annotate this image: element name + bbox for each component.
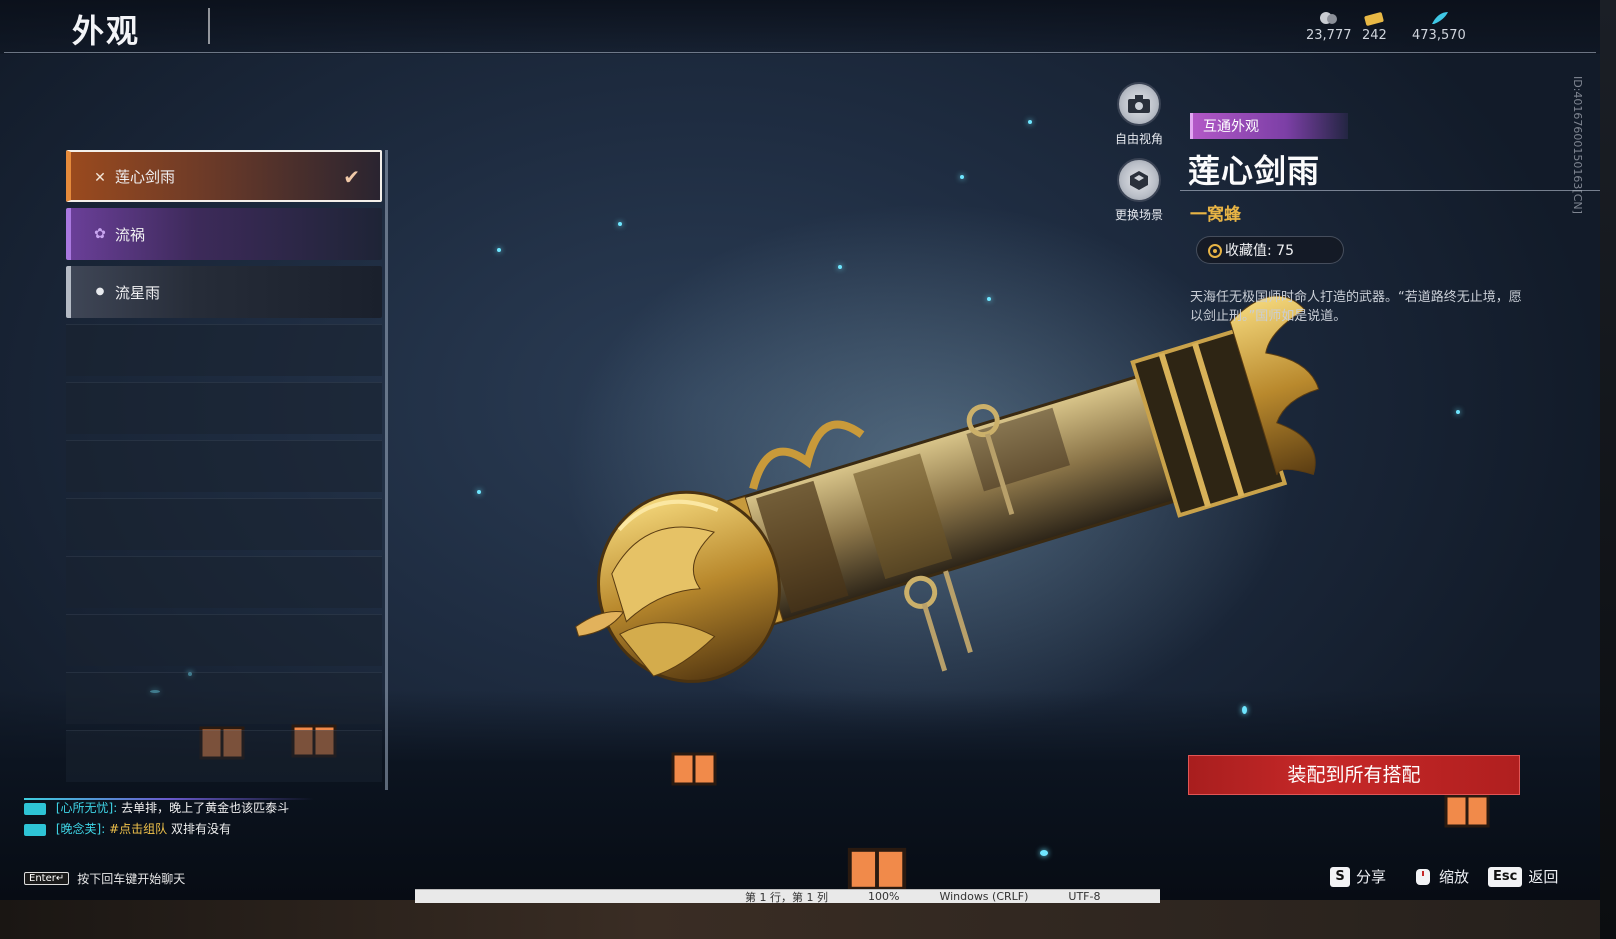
chat-text: 去单排，晚上了黄金也该匹泰斗: [121, 801, 290, 815]
team-invite-link[interactable]: #点击组队: [109, 822, 167, 836]
line-ending: Windows (CRLF): [939, 890, 1029, 903]
collection-value: 收藏值: 75: [1225, 243, 1294, 259]
empty-slot: [66, 382, 382, 434]
equip-all-button[interactable]: 装配到所有搭配: [1188, 755, 1520, 795]
spark: [1028, 120, 1032, 124]
spark: [960, 175, 964, 179]
back-hint[interactable]: Esc 返回: [1488, 866, 1558, 887]
chat-hint-text: 按下回车键开始聊天: [77, 872, 186, 886]
item-description: 天海任无极国师时命人打造的武器。“若道路终无止境，愿以剑止刑。”国师如是说道。: [1190, 290, 1522, 324]
enter-key: Enter↵: [24, 872, 70, 885]
free-view-label: 自由视角: [1114, 132, 1163, 146]
currency-value: 242: [1362, 28, 1387, 43]
list-item-lotus-sword-rain[interactable]: ✕ 莲心剑雨 ✔: [66, 150, 382, 202]
editor-status-bar: 第 1 行，第 1 列 100% Windows (CRLF) UTF-8: [415, 889, 1160, 904]
chat-channel-icon: [24, 823, 46, 836]
currency-coin: 23,777: [1306, 10, 1352, 43]
page-title: 外观: [72, 12, 141, 50]
empty-slot: [66, 614, 382, 666]
coin-icon: [1319, 12, 1337, 24]
game-viewport[interactable]: 外观 23,777 242 473,570 ✕ 莲心剑雨 ✔ ✿ 流祸 ● 流星…: [0, 0, 1600, 900]
chat-sender[interactable]: [晚念芙]:: [56, 822, 105, 836]
back-label: 返回: [1528, 868, 1559, 886]
cube-icon: [1117, 158, 1161, 202]
title-separator: [208, 8, 210, 44]
chat-text: 双排有没有: [170, 822, 231, 836]
currency-value: 473,570: [1412, 28, 1466, 43]
currency-value: 23,777: [1306, 28, 1352, 43]
empty-slot: [66, 440, 382, 492]
spark: [618, 222, 622, 226]
zoom-hint[interactable]: 缩放: [1413, 866, 1469, 887]
lotus-icon: ✕: [94, 170, 106, 186]
empty-slot: [66, 324, 382, 376]
list-item-label: 流祸: [115, 225, 146, 244]
cross-platform-tag: 互通外观: [1190, 113, 1348, 139]
top-bar: [0, 0, 1600, 54]
spark: [1040, 850, 1048, 856]
window-edge: [1600, 0, 1616, 939]
currency-ticket: 242: [1362, 10, 1387, 43]
chat-message: [心所无忧]: 去单排，晚上了黄金也该匹泰斗: [24, 800, 314, 817]
zoom-label: 缩放: [1439, 868, 1470, 886]
spark: [1456, 410, 1460, 414]
empty-slot: [66, 498, 382, 550]
camera-icon: [1117, 82, 1161, 126]
chat-message: [晚念芙]: #点击组队 双排有没有: [24, 821, 314, 838]
change-scene-button[interactable]: 更换场景: [1113, 158, 1165, 223]
feather-icon: [1431, 12, 1448, 24]
player-uid: ID:40167600150163[CN]: [1571, 76, 1584, 214]
share-label: 分享: [1356, 868, 1387, 886]
chat-channel-icon: [24, 802, 46, 815]
droplet-icon: ●: [95, 286, 105, 297]
collection-icon: [1208, 244, 1222, 258]
ticket-icon: [1364, 12, 1384, 26]
desktop-background: [0, 900, 1616, 939]
lantern-icon: [671, 752, 717, 786]
list-scrollbar[interactable]: [385, 150, 388, 790]
list-item-liuhuo[interactable]: ✿ 流祸: [66, 208, 382, 260]
free-view-button[interactable]: 自由视角: [1113, 82, 1165, 147]
spark: [477, 490, 481, 494]
chat-panel: [心所无忧]: 去单排，晚上了黄金也该匹泰斗 [晚念芙]: #点击组队 双排有没…: [24, 800, 314, 842]
back-key: Esc: [1488, 866, 1523, 887]
spark: [1242, 706, 1247, 714]
checkmark-icon: ✔: [343, 165, 360, 189]
empty-slot: [66, 672, 382, 724]
chat-input-hint[interactable]: Enter↵ 按下回车键开始聊天: [24, 870, 185, 887]
list-item-label: 流星雨: [115, 283, 161, 302]
collection-value-badge: 收藏值: 75: [1196, 236, 1344, 264]
list-item-label: 莲心剑雨: [115, 167, 176, 186]
lantern-icon: [847, 847, 907, 891]
currency-feather: 473,570: [1412, 10, 1466, 43]
share-hint[interactable]: S 分享: [1330, 866, 1386, 887]
list-item-meteor-shower[interactable]: ● 流星雨: [66, 266, 382, 318]
cursor-position: 第 1 行，第 1 列: [745, 890, 828, 904]
empty-slot: [66, 556, 382, 608]
item-name: 莲心剑雨: [1188, 152, 1321, 190]
mouse-wheel-icon: [1416, 868, 1430, 885]
name-divider: [1180, 190, 1600, 191]
change-scene-label: 更换场景: [1114, 208, 1163, 222]
header-divider: [4, 52, 1596, 53]
chat-sender[interactable]: [心所无忧]:: [56, 801, 117, 815]
share-key: S: [1330, 866, 1350, 887]
encoding: UTF-8: [1068, 890, 1101, 903]
editor-zoom: 100%: [867, 890, 900, 903]
appearance-list: ✕ 莲心剑雨 ✔ ✿ 流祸 ● 流星雨: [66, 150, 382, 788]
blossom-icon: ✿: [94, 226, 106, 242]
lantern-icon: [1444, 794, 1490, 828]
spark: [497, 248, 501, 252]
item-series: 一窝蜂: [1190, 205, 1241, 225]
empty-slot: [66, 730, 382, 782]
